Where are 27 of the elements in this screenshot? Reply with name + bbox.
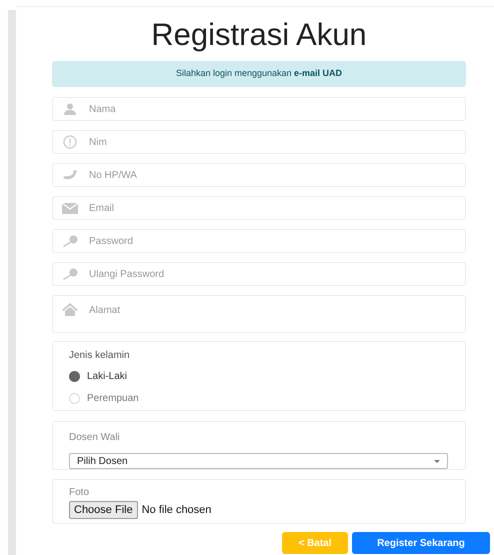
info-icon (63, 135, 77, 149)
key-icon (62, 235, 78, 247)
input-field[interactable]: No HP/WA (52, 163, 466, 187)
input-field[interactable]: Email (52, 196, 466, 220)
register-button[interactable]: Register Sekarang (352, 532, 490, 554)
caret-icon (434, 460, 440, 462)
choose-file-button[interactable]: Choose File (69, 501, 138, 519)
file-status: No file chosen (142, 502, 212, 518)
advisor-select[interactable]: Pilih Dosen (69, 453, 448, 469)
input-field[interactable]: Password (52, 229, 466, 253)
page-title: Registrasi Akun (150, 17, 368, 53)
user-icon (63, 103, 77, 115)
field-label: Dosen Wali (69, 431, 121, 445)
input-field[interactable]: Nim (52, 130, 466, 154)
group-label: Jenis kelamin (69, 349, 131, 363)
envelope-icon (62, 202, 78, 214)
radio-option[interactable]: Perempuan (69, 388, 139, 408)
phone-icon (62, 169, 78, 181)
cancel-button[interactable]: < Batal (282, 532, 348, 554)
input-field[interactable]: Nama (52, 97, 466, 121)
input-field[interactable]: Ulangi Password (52, 262, 466, 286)
address-field[interactable]: Alamat (52, 295, 466, 333)
alert-text: Silahkan login menggunakan e-mail UAD (176, 67, 342, 80)
key-icon (62, 268, 78, 280)
field-label: Foto (69, 487, 90, 499)
radio-option[interactable]: Laki-Laki (69, 366, 128, 386)
home-icon (62, 303, 78, 316)
